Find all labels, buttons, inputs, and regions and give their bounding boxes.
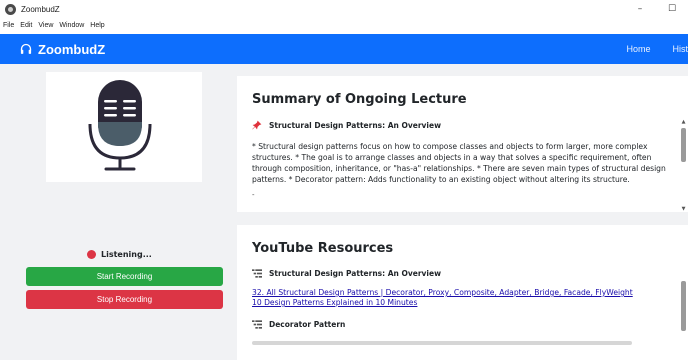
status-text: Listening... — [101, 250, 152, 259]
window-title: ZoombudZ — [21, 4, 60, 14]
menu-help[interactable]: Help — [90, 22, 104, 29]
youtube-section-title: Decorator Pattern — [269, 320, 346, 329]
summary-trailing: - — [252, 191, 255, 199]
summary-title: Summary of Ongoing Lecture — [252, 92, 467, 107]
summary-section-heading: Structural Design Patterns: An Overview — [252, 120, 676, 130]
scrollbar-thumb[interactable] — [681, 281, 686, 331]
recorder-panel: Listening... Start Recording Stop Record… — [0, 64, 232, 360]
youtube-list: Structural Design Patterns: An Overview … — [252, 269, 676, 345]
menu-edit[interactable]: Edit — [20, 22, 32, 29]
window-titlebar: ZoombudZ – ☐ — [0, 0, 688, 18]
top-navbar: ZoombudZ Home Histor — [0, 34, 688, 64]
nav-home-link[interactable]: Home — [626, 44, 650, 54]
stop-recording-button[interactable]: Stop Recording — [26, 290, 223, 309]
listening-status: Listening... — [87, 250, 152, 259]
youtube-section-heading: Structural Design Patterns: An Overview — [252, 269, 676, 278]
nav-history-link[interactable]: Histor — [672, 44, 688, 54]
recording-indicator-icon — [87, 250, 96, 259]
minimize-button[interactable]: – — [624, 4, 656, 14]
list-icon — [252, 269, 264, 278]
nav-links: Home Histor — [604, 34, 688, 64]
microphone-card — [46, 72, 202, 182]
menu-view[interactable]: View — [38, 22, 53, 29]
headphones-icon — [20, 43, 32, 54]
summary-section-title: Structural Design Patterns: An Overview — [269, 120, 442, 130]
youtube-link[interactable]: 10 Design Patterns Explained in 10 Minut… — [252, 298, 676, 308]
start-recording-button[interactable]: Start Recording — [26, 267, 223, 286]
menu-file[interactable]: File — [3, 22, 14, 29]
youtube-scrollbar[interactable] — [681, 275, 686, 360]
microphone-icon — [88, 80, 152, 171]
brand-name: ZoombudZ — [38, 41, 106, 57]
window-controls: – ☐ — [624, 0, 688, 18]
summary-scroll-region[interactable]: Structural Design Patterns: An Overview … — [252, 120, 676, 208]
maximize-button[interactable]: ☐ — [656, 4, 688, 14]
scroll-up-arrow-icon[interactable]: ▲ — [681, 120, 686, 125]
youtube-links: 32. All Structural Design Patterns | Dec… — [252, 288, 676, 308]
summary-scrollbar[interactable]: ▲ ▼ — [681, 120, 686, 212]
cut-off-content — [252, 341, 632, 345]
youtube-title: YouTube Resources — [252, 241, 394, 256]
youtube-link[interactable]: 32. All Structural Design Patterns | Dec… — [252, 288, 676, 298]
youtube-section-title: Structural Design Patterns: An Overview — [269, 269, 442, 278]
youtube-card: YouTube Resources Structural Design Patt… — [237, 225, 688, 360]
brand[interactable]: ZoombudZ — [20, 42, 105, 57]
list-icon — [252, 320, 264, 329]
youtube-section-heading: Decorator Pattern — [252, 320, 676, 329]
scroll-down-arrow-icon[interactable]: ▼ — [681, 207, 686, 212]
menubar: File Edit View Window Help — [0, 18, 688, 33]
scrollbar-thumb[interactable] — [681, 128, 686, 162]
summary-card: Summary of Ongoing Lecture Structural De… — [237, 76, 688, 212]
main-content: Summary of Ongoing Lecture Structural De… — [232, 64, 688, 360]
pushpin-icon — [252, 120, 264, 130]
menu-window[interactable]: Window — [59, 22, 84, 29]
summary-text: * Structural design patterns focus on ho… — [252, 142, 666, 184]
app-icon — [5, 3, 16, 15]
